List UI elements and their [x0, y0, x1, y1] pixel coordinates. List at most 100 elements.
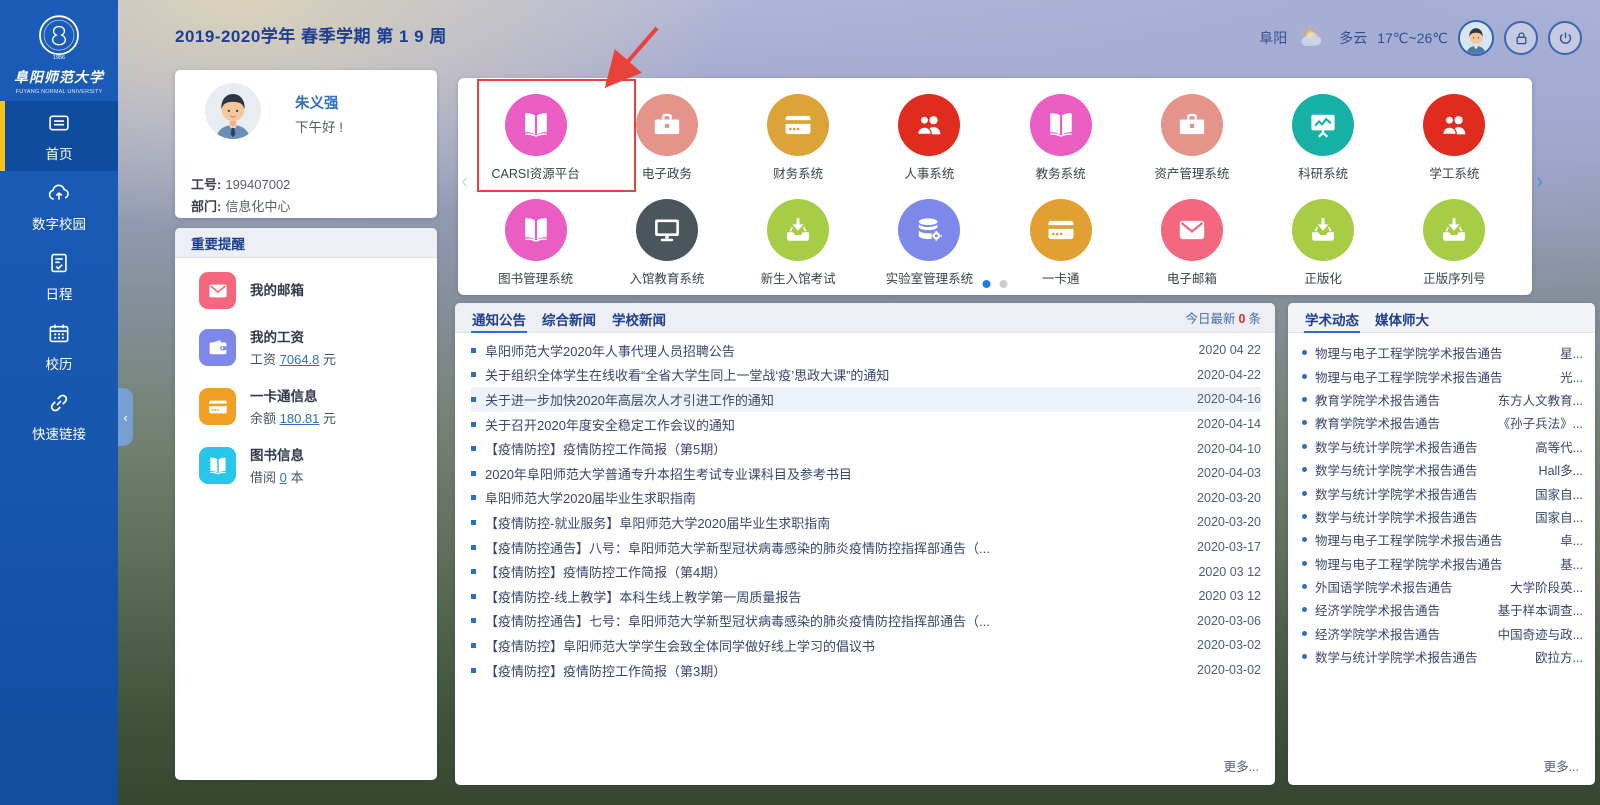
monitor-icon	[635, 199, 698, 261]
user-avatar-button[interactable]	[1458, 20, 1494, 56]
academic-item[interactable]: 教育学院学术报告通告 东方人文教育...	[1302, 388, 1583, 411]
notice-item[interactable]: 【疫情防控通告】八号：阜阳师范大学新型冠状病毒感染的肺炎疫情防控指挥部通告（..…	[471, 535, 1261, 560]
academic-item[interactable]: 数学与统计学院学术报告通告 国家自...	[1302, 505, 1583, 528]
academic-item[interactable]: 数学与统计学院学术报告通告 欧拉方...	[1302, 645, 1583, 668]
academic-item[interactable]: 物理与电子工程学院学术报告通告 基...	[1302, 552, 1583, 575]
notice-item[interactable]: 【疫情防控】阜阳师范大学学生会致全体同学做好线上学习的倡议书 2020-03-02	[471, 633, 1261, 658]
apps-next-arrow[interactable]: ›	[1536, 168, 1543, 194]
academic-title: 教育学院学术报告通告	[1315, 417, 1441, 432]
app-finance[interactable]: 财务系统	[733, 86, 864, 189]
notice-title: 【疫情防控】阜阳师范大学学生会致全体同学做好线上学习的倡议书	[485, 638, 876, 654]
tab-general-news[interactable]: 综合新闻	[541, 302, 597, 333]
tab-school-news[interactable]: 学校新闻	[611, 302, 667, 333]
app-onecard[interactable]: 一卡通	[995, 191, 1126, 294]
power-button[interactable]	[1548, 21, 1582, 55]
sidebar-item-home[interactable]: 首页	[0, 101, 118, 171]
app-carsi[interactable]: CARSI资源平台	[470, 86, 601, 189]
notice-item[interactable]: 关于召开2020年度安全稳定工作会议的通知 2020-04-14	[471, 412, 1261, 437]
app-library-edu[interactable]: 入馆教育系统	[601, 191, 732, 294]
tab-media[interactable]: 媒体师大	[1374, 302, 1430, 333]
reminder-library[interactable]: 图书信息 借阅 0 本	[199, 447, 437, 486]
notice-item[interactable]: 2020年阜阳师范大学普通专升本招生考试专业课科目及参考书目 2020-04-03	[471, 461, 1261, 486]
notice-item[interactable]: 【疫情防控】疫情防控工作简报（第4期） 2020 03 12	[471, 559, 1261, 584]
academic-item[interactable]: 外国语学院学术报告通告 大学阶段英...	[1302, 575, 1583, 598]
sidebar-item-digital-campus[interactable]: 数字校园	[0, 171, 118, 241]
academic-snippet: 基于样本调查...	[1497, 604, 1583, 619]
academic-more-link[interactable]: 更多...	[1544, 756, 1579, 775]
lock-button[interactable]	[1504, 21, 1538, 55]
today-new-unit: 条	[1248, 312, 1261, 326]
reminder-link[interactable]: 0	[280, 470, 287, 485]
salary-icon	[199, 329, 236, 366]
notice-item[interactable]: 关于组织全体学生在线收看“全省大学生同上一堂战‘疫’思政大课”的通知 2020-0…	[471, 363, 1261, 388]
user-name[interactable]: 朱义强	[295, 92, 339, 113]
apps-prev-arrow[interactable]: ‹	[461, 168, 468, 194]
app-freshman-exam[interactable]: 新生入馆考试	[733, 191, 864, 294]
reminder-sub-suffix: 元	[319, 411, 337, 426]
bullet-icon	[1302, 350, 1307, 356]
notice-item[interactable]: 阜阳师范大学2020年人事代理人员招聘公告 2020 04 22	[471, 338, 1261, 363]
apps-grid: CARSI资源平台 电子政务 财务系统 人事系统 教务系统 资产管理系统 科研系统 学工系统图…	[458, 78, 1532, 294]
university-seal-icon: 1956	[0, 8, 118, 66]
inbox-download-icon	[1423, 199, 1486, 261]
app-label: 入馆教育系统	[629, 272, 705, 286]
notice-item[interactable]: 【疫情防控】疫情防控工作简报（第5期） 2020-04-10	[471, 436, 1261, 461]
reminder-link[interactable]: 7064.8	[280, 352, 320, 367]
notice-title: 【疫情防控】疫情防控工作简报（第5期）	[485, 442, 727, 458]
apps-pagination	[982, 280, 1008, 288]
sidebar-item-schedule[interactable]: 日程	[0, 241, 118, 311]
pagination-dot[interactable]	[999, 280, 1008, 288]
bullet-icon	[471, 396, 476, 402]
app-research[interactable]: 科研系统	[1258, 86, 1389, 189]
app-lab-mgmt[interactable]: 实验室管理系统	[864, 191, 995, 294]
app-genuine-software[interactable]: 正版化	[1258, 191, 1389, 294]
notice-item[interactable]: 【疫情防控】疫情防控工作简报（第3期） 2020-03-02	[471, 658, 1261, 683]
sidebar-item-calendar[interactable]: 校历	[0, 311, 118, 381]
reminder-ecard[interactable]: 一卡通信息 余额 180.81 元	[199, 388, 437, 427]
reminder-salary[interactable]: 我的工资 工资 7064.8 元	[199, 329, 437, 368]
app-serial-number[interactable]: 正版序列号	[1389, 191, 1520, 294]
academic-item[interactable]: 经济学院学术报告通告 中国奇迹与政...	[1302, 622, 1583, 645]
academic-item[interactable]: 物理与电子工程学院学术报告通告 光...	[1302, 364, 1583, 387]
academic-item[interactable]: 物理与电子工程学院学术报告通告 星...	[1302, 341, 1583, 364]
notices-more-link[interactable]: 更多...	[1224, 756, 1259, 775]
academic-item[interactable]: 教育学院学术报告通告 《孙子兵法》...	[1302, 411, 1583, 434]
app-label: CARSI资源平台	[491, 167, 580, 181]
academic-title: 物理与电子工程学院学术报告通告	[1315, 557, 1503, 572]
tab-academic-trends[interactable]: 学术动态	[1304, 302, 1360, 333]
academic-item[interactable]: 数学与统计学院学术报告通告 高等代...	[1302, 435, 1583, 458]
notice-item[interactable]: 关于进一步加快2020年高层次人才引进工作的通知 2020-04-16	[471, 387, 1261, 412]
academic-item[interactable]: 经济学院学术报告通告 基于样本调查...	[1302, 598, 1583, 621]
today-new-label: 今日最新	[1185, 312, 1236, 326]
bank-card-icon	[767, 94, 830, 156]
app-student-work[interactable]: 学工系统	[1389, 86, 1520, 189]
app-assets[interactable]: 资产管理系统	[1126, 86, 1257, 189]
reminder-link[interactable]: 180.81	[280, 411, 320, 426]
sidebar-item-label: 快速链接	[32, 426, 86, 442]
notice-title: 【疫情防控通告】七号：阜阳师范大学新型冠状病毒感染的肺炎疫情防控指挥部通告（..…	[485, 614, 990, 630]
app-library-mgmt[interactable]: 图书管理系统	[470, 191, 601, 294]
sidebar-item-quick-links[interactable]: 快速链接	[0, 381, 118, 451]
academic-item[interactable]: 数学与统计学院学术报告通告 国家自...	[1302, 481, 1583, 504]
bullet-icon	[471, 544, 476, 550]
semester-title: 2019-2020学年 春季学期 第 1 9 周	[175, 27, 447, 46]
tab-announcements[interactable]: 通知公告	[471, 302, 527, 333]
notice-item[interactable]: 【疫情防控-线上教学】本科生线上教学第一周质量报告 2020 03 12	[471, 584, 1261, 609]
pagination-dot[interactable]	[982, 280, 991, 288]
sidebar-collapse-handle[interactable]: ‹	[118, 388, 133, 446]
notice-item[interactable]: 阜阳师范大学2020届毕业生求职指南 2020-03-20	[471, 486, 1261, 511]
notice-item[interactable]: 【疫情防控-就业服务】阜阳师范大学2020届毕业生求职指南 2020-03-20	[471, 510, 1261, 535]
app-hr[interactable]: 人事系统	[864, 86, 995, 189]
academic-item[interactable]: 物理与电子工程学院学术报告通告 卓...	[1302, 528, 1583, 551]
notice-date: 2020-04-03	[1197, 466, 1261, 481]
app-academic-affairs[interactable]: 教务系统	[995, 86, 1126, 189]
app-label: 电子政务	[641, 167, 692, 181]
reminder-mailbox[interactable]: 我的邮箱	[199, 272, 437, 309]
app-e-gov[interactable]: 电子政务	[601, 86, 732, 189]
app-email[interactable]: 电子邮箱	[1126, 191, 1257, 294]
notice-item[interactable]: 【疫情防控通告】七号：阜阳师范大学新型冠状病毒感染的肺炎疫情防控指挥部通告（..…	[471, 609, 1261, 634]
bullet-icon	[471, 446, 476, 452]
open-book-icon	[504, 199, 567, 261]
academic-snippet: 东方人文教育...	[1497, 393, 1583, 408]
academic-item[interactable]: 数学与统计学院学术报告通告 Hall多...	[1302, 458, 1583, 481]
